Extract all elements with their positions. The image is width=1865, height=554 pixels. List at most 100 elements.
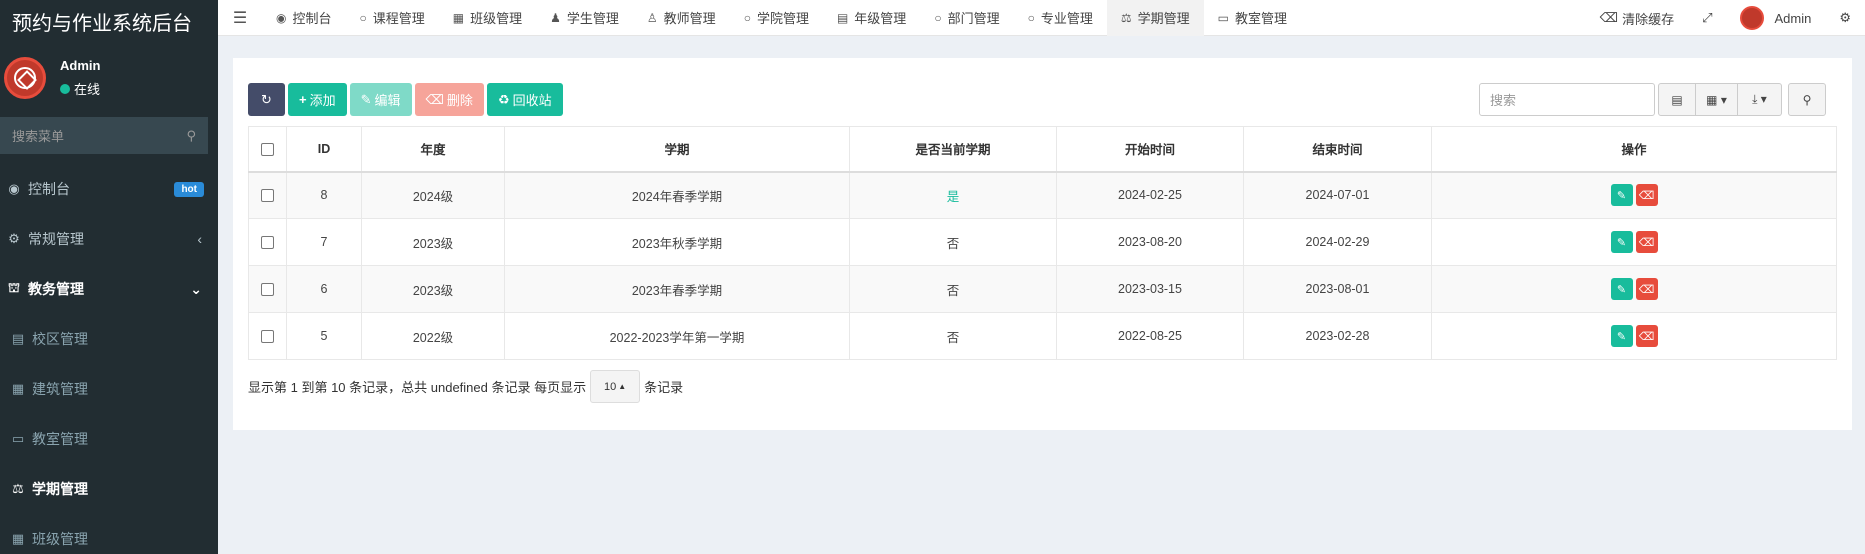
tab-semester[interactable]: ⚖ 学期管理 (1106, 0, 1204, 36)
sidebar-item-academic[interactable]: ⛫ 教务管理 ⌄ (0, 264, 218, 314)
search-icon: ⚲ (186, 127, 196, 143)
cell-end: 2023-08-01 (1243, 265, 1432, 313)
sidebar-search[interactable]: 搜索菜单 ⚲ (0, 117, 208, 154)
tab-major[interactable]: ○ 专业管理 (1014, 0, 1107, 36)
cell-end: 2023-02-28 (1243, 312, 1432, 360)
add-label: 添加 (309, 93, 336, 108)
user-panel: Admin 在线 (0, 42, 218, 114)
sidebar-item-label: 常规管理 (28, 231, 84, 247)
tab-label: 部门管理 (947, 11, 1000, 26)
table-row[interactable]: 8 2024级 2024年春季学期 是 2024-02-25 2024-07-0… (248, 171, 1837, 219)
row-edit-button[interactable]: ✎ (1610, 231, 1633, 253)
sidebar-item-campus[interactable]: ▤ 校区管理 (0, 314, 218, 364)
cell-id: 7 (286, 218, 362, 266)
edit-button[interactable]: ✎ 编辑 (349, 83, 412, 116)
cell-current: 是 (849, 171, 1057, 219)
clear-cache-button[interactable]: ⌫ 清除缓存 (1586, 9, 1688, 28)
admin-label: Admin (1774, 10, 1812, 26)
row-edit-button[interactable]: ✎ (1610, 325, 1633, 347)
user-status: 在线 (60, 79, 100, 98)
column-header[interactable]: 学期 (504, 126, 850, 173)
sidebar-item-classroom[interactable]: ▭ 教室管理 (0, 414, 218, 464)
tab-classroom[interactable]: ▭ 教室管理 (1204, 0, 1301, 36)
search-input[interactable]: 搜索 (1479, 83, 1655, 116)
table-header-row: ID 年度 学期 是否当前学期 开始时间 结束时间 操作 (248, 126, 1837, 173)
column-header[interactable]: 年度 (361, 126, 505, 173)
cell-start: 2023-08-20 (1056, 218, 1244, 266)
delete-label: 删除 (446, 93, 473, 108)
row-delete-button[interactable]: ⌫ (1635, 278, 1658, 300)
table-row[interactable]: 5 2022级 2022-2023学年第一学期 否 2022-08-25 202… (248, 312, 1837, 360)
circle-icon: ○ (934, 10, 942, 25)
tab-dashboard[interactable]: ◉ 控制台 (262, 0, 346, 36)
recycle-label: 回收站 (512, 93, 552, 108)
tab-label: 学期管理 (1137, 11, 1190, 26)
export-button[interactable]: ⤓ ▾ (1738, 83, 1782, 116)
row-delete-button[interactable]: ⌫ (1635, 231, 1658, 253)
sidebar-item-general[interactable]: ⚙ 常规管理 ‹ (0, 214, 218, 264)
column-header[interactable]: 是否当前学期 (849, 126, 1057, 173)
avatar (4, 57, 46, 99)
toggle-view-button[interactable]: ▤ (1658, 83, 1696, 116)
table-icon: ▦ (452, 10, 465, 25)
refresh-button[interactable]: ↻ (248, 83, 285, 116)
table-row[interactable]: 6 2023级 2023年春季学期 否 2023-03-15 2023-08-0… (248, 265, 1837, 313)
sidebar-item-semester[interactable]: ⚖ 学期管理 (0, 464, 218, 514)
circle-icon: ○ (1027, 10, 1035, 25)
sidebar-item-dashboard[interactable]: ◉ 控制台 hot (0, 164, 218, 214)
top-nav: ☰ ◉ 控制台 ○ 课程管理 ▦ 班级管理 ♟ 学生管理 ♙ 教师管理 ○ 学院管理 ▤ 年级… (218, 0, 1865, 36)
tab-student[interactable]: ♟ 学生管理 (536, 0, 633, 36)
dashboard-icon: ◉ (8, 181, 20, 196)
settings-icon[interactable]: ⚙ (1825, 10, 1865, 26)
select-all-cell[interactable] (248, 126, 287, 173)
tab-grade[interactable]: ▤ 年级管理 (823, 0, 920, 36)
row-checkbox[interactable] (261, 283, 274, 297)
tab-label: 课程管理 (372, 11, 425, 26)
avatar (1740, 6, 1765, 30)
cell-year: 2022级 (361, 312, 505, 360)
row-delete-button[interactable]: ⌫ (1635, 184, 1658, 207)
search-toggle-button[interactable]: ⚲ (1788, 83, 1826, 116)
tab-college[interactable]: ○ 学院管理 (730, 0, 823, 36)
tab-course[interactable]: ○ 课程管理 (346, 0, 439, 36)
row-checkbox[interactable] (261, 189, 274, 203)
tab-teacher[interactable]: ♙ 教师管理 (633, 0, 730, 36)
list-icon: ▤ (1671, 92, 1683, 107)
column-header[interactable]: 开始时间 (1056, 126, 1244, 173)
cell-current: 否 (849, 218, 1057, 266)
add-button[interactable]: + 添加 (288, 83, 347, 116)
user-status-label: 在线 (74, 82, 101, 97)
cell-year: 2024级 (361, 171, 505, 219)
delete-button[interactable]: ⌫ 删除 (414, 83, 484, 116)
fullscreen-icon[interactable]: ⤢ (1688, 10, 1726, 26)
row-edit-button[interactable]: ✎ (1610, 184, 1633, 207)
tab-label: 班级管理 (470, 11, 523, 26)
nav-right: ⌫ 清除缓存 ⤢ Admin ⚙ (1586, 0, 1865, 36)
row-edit-button[interactable]: ✎ (1610, 278, 1633, 300)
cell-term: 2022-2023学年第一学期 (504, 312, 850, 360)
users-icon: ♙ (646, 10, 658, 25)
sidebar-item-class[interactable]: ▦ 班级管理 (0, 514, 218, 554)
row-checkbox[interactable] (261, 330, 274, 344)
hot-badge: hot (174, 181, 204, 197)
pagination-suffix: 条记录 (644, 380, 684, 395)
sidebar-item-building[interactable]: ▦ 建筑管理 (0, 364, 218, 414)
row-checkbox[interactable] (261, 236, 274, 250)
page-size-select[interactable]: 10 ▲ (590, 370, 641, 403)
recycle-bin-button[interactable]: ♻ 回收站 (486, 83, 563, 116)
cell-year: 2023级 (361, 265, 505, 313)
tab-department[interactable]: ○ 部门管理 (920, 0, 1013, 36)
columns-button[interactable]: ▦ ▾ (1696, 83, 1738, 116)
select-all-checkbox[interactable] (261, 142, 274, 156)
cell-start: 2022-08-25 (1056, 312, 1244, 360)
tab-label: 控制台 (292, 11, 332, 26)
tab-class[interactable]: ▦ 班级管理 (439, 0, 536, 36)
circle-icon: ○ (743, 10, 751, 25)
admin-menu[interactable]: Admin (1726, 6, 1825, 30)
column-header[interactable]: ID (286, 126, 362, 173)
table-row[interactable]: 7 2023级 2023年秋季学期 否 2023-08-20 2024-02-2… (248, 218, 1837, 266)
row-delete-button[interactable]: ⌫ (1635, 325, 1658, 347)
column-header[interactable]: 结束时间 (1243, 126, 1432, 173)
menu-toggle-icon[interactable]: ☰ (218, 8, 262, 28)
cell-current: 否 (849, 312, 1057, 360)
